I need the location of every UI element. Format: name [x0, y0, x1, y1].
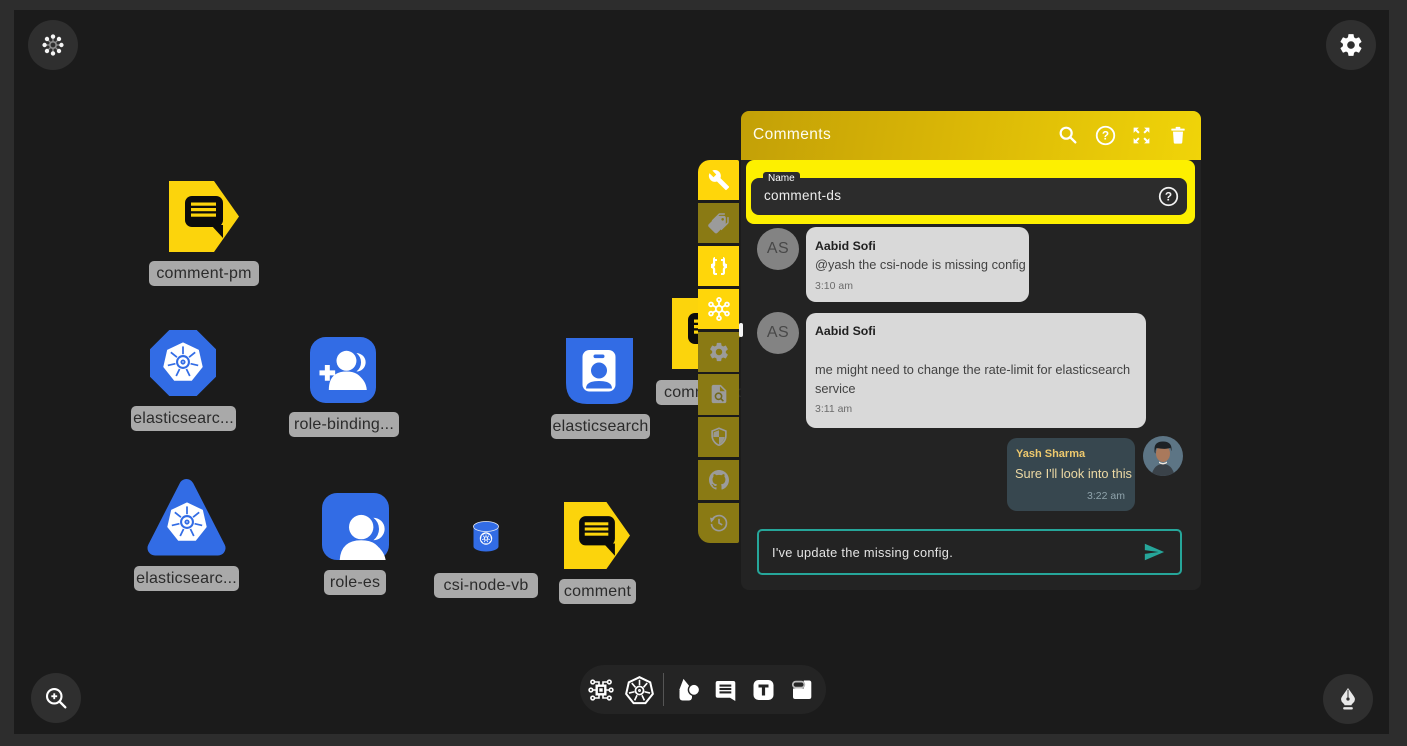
- svg-text:?: ?: [1102, 129, 1109, 143]
- svg-text:?: ?: [1165, 190, 1172, 204]
